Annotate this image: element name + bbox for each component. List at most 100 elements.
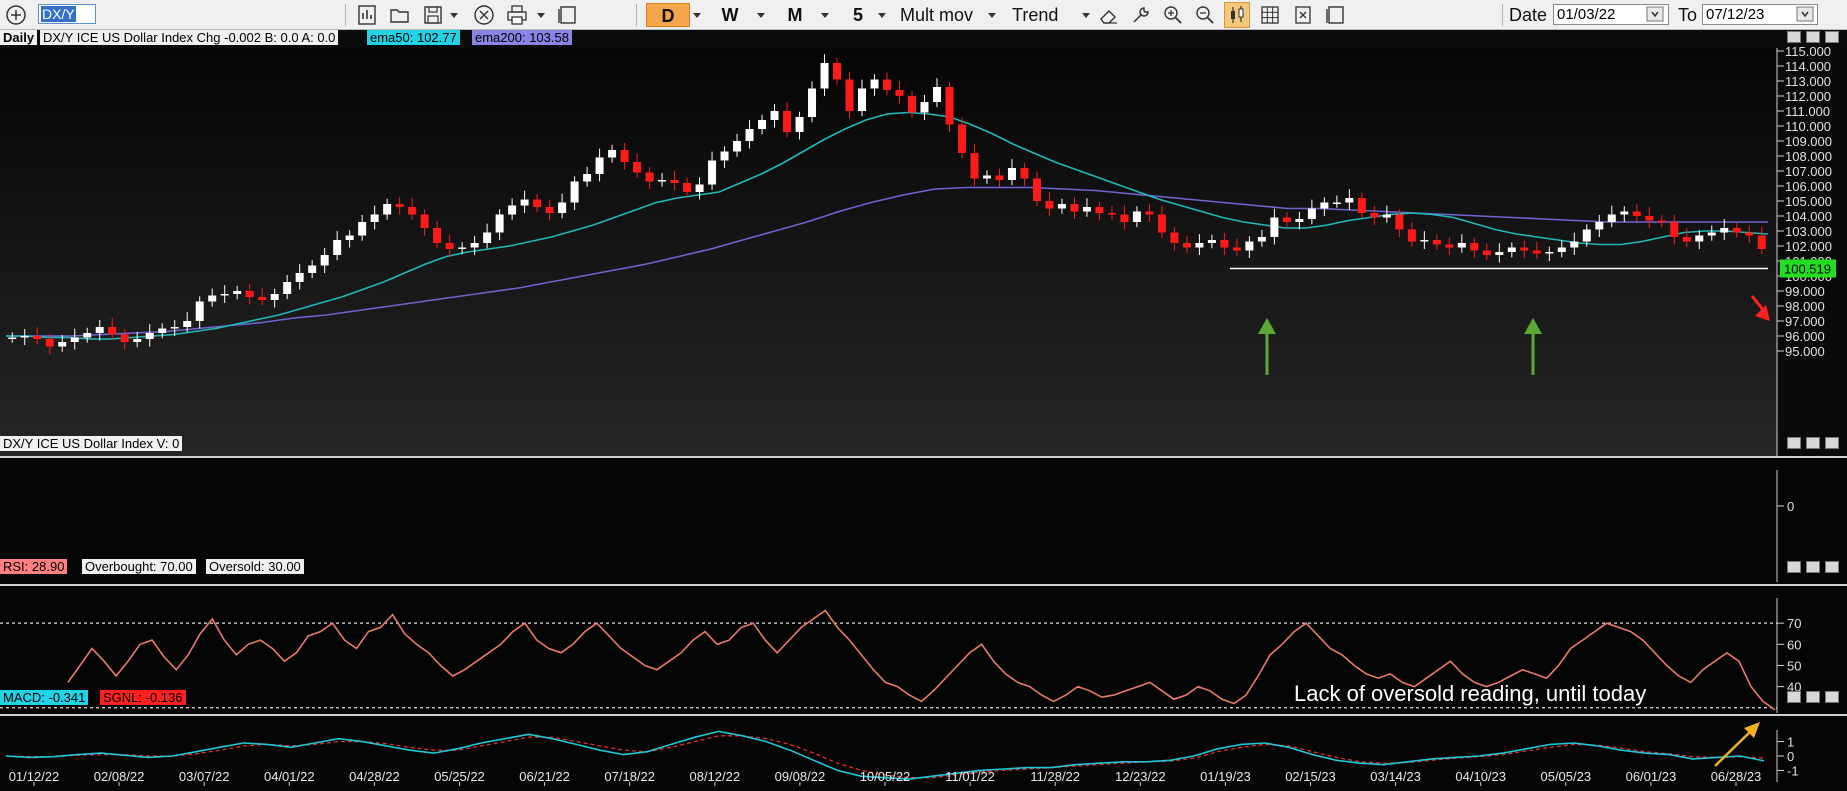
volume-header[interactable]: DX/Y ICE US Dollar Index V: 0 xyxy=(0,436,183,451)
mult-mov-button[interactable]: Mult mov xyxy=(900,4,973,26)
trend-button[interactable]: Trend xyxy=(1012,4,1058,26)
monthly-dropdown-icon[interactable] xyxy=(821,13,829,18)
x-axis-label: 03/07/22 xyxy=(179,769,230,784)
candle-body xyxy=(995,175,1004,180)
minimize-panel-button[interactable] xyxy=(1787,691,1801,703)
maximize-panel-button[interactable] xyxy=(1806,437,1820,449)
sgnl-label[interactable]: SGNL: -0.136 xyxy=(100,690,186,705)
candle-body xyxy=(208,295,217,302)
close-panel-button[interactable] xyxy=(1825,31,1839,43)
symbol-input[interactable]: DX/Y xyxy=(38,4,96,24)
close-panel-button[interactable] xyxy=(1825,691,1839,703)
zoom-in-icon[interactable] xyxy=(1161,3,1185,27)
ema50-label[interactable]: ema50: 102.77 xyxy=(367,30,460,45)
print-dropdown-icon[interactable] xyxy=(537,13,545,18)
minimize-panel-button[interactable] xyxy=(1787,437,1801,449)
save-dropdown-icon[interactable] xyxy=(450,13,458,18)
add-icon[interactable] xyxy=(4,3,28,27)
candle-body xyxy=(333,240,342,255)
chart-template-icon[interactable] xyxy=(355,3,379,27)
calendar-dropdown-icon[interactable] xyxy=(1645,4,1665,24)
price-axis-label: 98.000 xyxy=(1785,299,1825,314)
candle-body xyxy=(45,339,54,347)
minimize-panel-button[interactable] xyxy=(1787,31,1801,43)
mult-mov-dropdown-icon[interactable] xyxy=(988,13,996,18)
window-icon-2[interactable] xyxy=(1323,3,1347,27)
zoom-out-icon[interactable] xyxy=(1193,3,1217,27)
trend-dropdown-icon[interactable] xyxy=(1082,13,1090,18)
period-dropdown-icon[interactable] xyxy=(693,13,701,18)
candle-body xyxy=(408,207,417,215)
candle-body xyxy=(1470,243,1479,251)
interval-dropdown-icon[interactable] xyxy=(878,13,886,18)
candle-body xyxy=(970,153,979,179)
maximize-panel-button[interactable] xyxy=(1806,691,1820,703)
candle-body xyxy=(283,282,292,294)
x-axis-label: 09/08/22 xyxy=(775,769,826,784)
candle-body xyxy=(1057,204,1066,209)
candle-body xyxy=(1682,237,1691,242)
window-icon[interactable] xyxy=(555,3,579,27)
candle-body xyxy=(420,214,429,228)
save-icon[interactable] xyxy=(421,3,445,27)
interval-button[interactable]: 5 xyxy=(848,3,868,27)
eraser-icon[interactable] xyxy=(1097,3,1121,27)
candle-body xyxy=(1257,237,1266,242)
price-axis-label: 105.000 xyxy=(1785,194,1832,209)
toolbar: DX/Y D W M 5 Mult mov Trend Date 01/03/2… xyxy=(0,0,1847,30)
candle-body xyxy=(745,129,754,141)
candle-body xyxy=(233,291,242,294)
period-monthly-button[interactable]: M xyxy=(779,3,811,27)
print-icon[interactable] xyxy=(505,3,529,27)
price-header[interactable]: DX/Y ICE US Dollar Index Chg -0.002 B: 0… xyxy=(40,30,339,45)
x-axis-label: 12/23/22 xyxy=(1115,769,1166,784)
toolbar-separator xyxy=(636,4,637,26)
maximize-panel-button[interactable] xyxy=(1806,31,1820,43)
candle-body xyxy=(195,301,204,321)
candle-body xyxy=(1382,214,1391,218)
candle-body xyxy=(1307,208,1316,219)
overbought-label[interactable]: Overbought: 70.00 xyxy=(82,559,196,574)
candle-body xyxy=(1045,201,1054,209)
candle-body xyxy=(683,183,692,192)
wrench-icon[interactable] xyxy=(1129,3,1153,27)
candlestick-icon[interactable] xyxy=(1224,2,1250,28)
candle-body xyxy=(395,204,404,207)
candle-body xyxy=(1607,214,1616,222)
open-folder-icon[interactable] xyxy=(388,3,412,27)
x-axis-label: 11/28/22 xyxy=(1030,769,1080,784)
oversold-label[interactable]: Oversold: 30.00 xyxy=(206,559,304,574)
period-weekly-button[interactable]: W xyxy=(715,3,745,27)
macd-label[interactable]: MACD: -0.341 xyxy=(0,690,89,705)
period-daily-button[interactable]: D xyxy=(646,3,690,27)
chart-area[interactable]: 95.00096.00097.00098.00099.000100.000101… xyxy=(0,30,1847,791)
candle-body xyxy=(1532,250,1541,254)
candle-body xyxy=(695,184,704,192)
candle-body xyxy=(1220,240,1229,248)
candle-body xyxy=(1370,213,1379,218)
ema200-label[interactable]: ema200: 103.58 xyxy=(472,30,572,45)
candle-body xyxy=(570,181,579,203)
export-icon[interactable] xyxy=(1291,3,1315,27)
candle-body xyxy=(1245,241,1254,251)
candle-body xyxy=(795,117,804,132)
weekly-dropdown-icon[interactable] xyxy=(757,13,765,18)
candle-body xyxy=(558,202,567,213)
price-axis-label: 115.000 xyxy=(1785,44,1831,59)
candle-body xyxy=(907,96,916,113)
maximize-panel-button[interactable] xyxy=(1806,561,1820,573)
candle-body xyxy=(1732,228,1741,233)
candle-body xyxy=(1720,228,1729,233)
calendar-dropdown-icon-2[interactable] xyxy=(1795,4,1815,24)
close-icon[interactable] xyxy=(472,3,496,27)
candle-body xyxy=(383,204,392,215)
minimize-panel-button[interactable] xyxy=(1787,561,1801,573)
candle-body xyxy=(620,150,629,162)
close-panel-button[interactable] xyxy=(1825,561,1839,573)
symbol-value: DX/Y xyxy=(41,6,76,22)
rsi-label[interactable]: RSI: 28.90 xyxy=(0,559,68,574)
grid-icon[interactable] xyxy=(1258,3,1282,27)
x-axis-label: 04/01/22 xyxy=(264,769,315,784)
x-axis-label: 01/12/22 xyxy=(9,769,60,784)
close-panel-button[interactable] xyxy=(1825,437,1839,449)
